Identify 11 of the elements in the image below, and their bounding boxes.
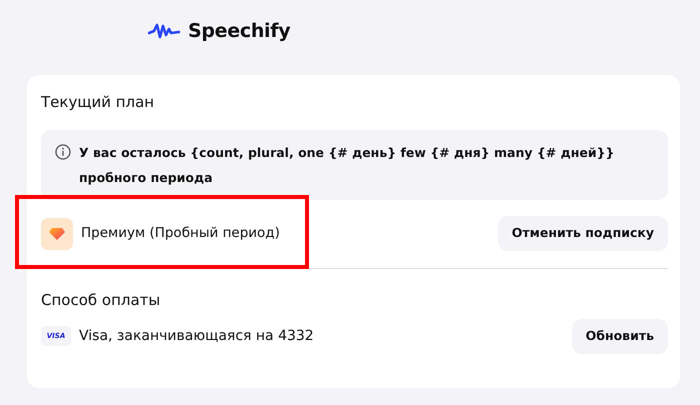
brand-name: Speechify [188, 18, 290, 44]
plan-name: Премиум (Пробный период) [81, 224, 280, 244]
section-title: Способ оплаты [41, 290, 162, 310]
card-info: Visa, заканчивающаяся на 4332 [79, 326, 314, 346]
cancel-subscription-button[interactable]: Отменить подписку [498, 216, 668, 251]
notice-text: У вас осталось {count, plural, one {# день} few {# дня} many {# дней}} пробного периода [79, 144, 616, 187]
info-icon [55, 144, 71, 160]
update-button[interactable]: Обновить [572, 319, 668, 354]
section-title: Текущий план [41, 92, 156, 113]
gem-icon [41, 218, 73, 250]
logo-icon [148, 22, 180, 40]
